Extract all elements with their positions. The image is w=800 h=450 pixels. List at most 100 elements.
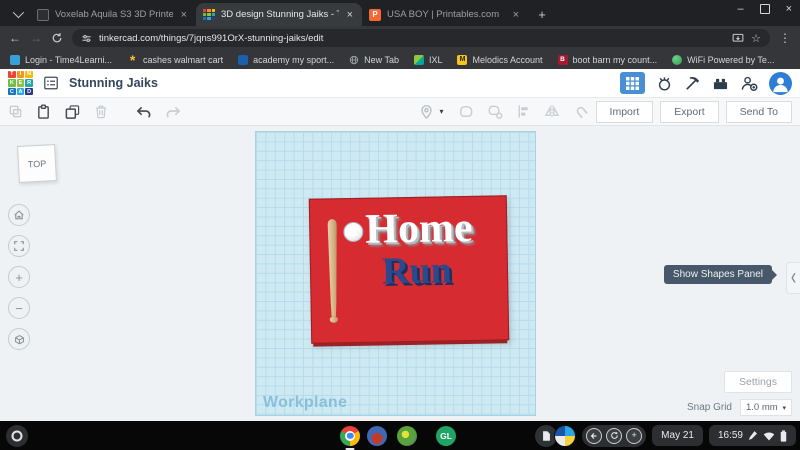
bookmark-academy[interactable]: academy my sport...	[238, 55, 334, 65]
globe-icon	[349, 55, 359, 65]
tab-title: Voxelab Aquila S3 3D Printer ...	[55, 9, 173, 20]
bookmark-time4learning[interactable]: Login - Time4Learni...	[10, 55, 112, 65]
shelf-status-area: + May 21 16:59	[535, 421, 796, 450]
bookmark-new-tab[interactable]: New Tab	[349, 55, 399, 65]
bookmark-wifi[interactable]: WiFi Powered by Te...	[672, 55, 774, 65]
url-text[interactable]: tinkercad.com/things/7jqns991OrX-stunnin…	[99, 33, 725, 44]
new-tab-button[interactable]: +	[532, 4, 552, 24]
shelf-back-button[interactable]	[586, 428, 602, 444]
chevron-left-icon: ‹	[791, 266, 796, 290]
install-app-icon[interactable]	[732, 33, 744, 44]
stylus-icon	[748, 430, 758, 441]
snap-grid-label: Snap Grid	[687, 402, 732, 413]
academy-icon	[238, 55, 248, 65]
bookmark-star-icon[interactable]: ☆	[751, 32, 761, 45]
bootbarn-icon: B	[558, 55, 568, 65]
minecraft-pickaxe-icon[interactable]	[684, 75, 701, 92]
workplane-pin-icon[interactable]	[419, 104, 434, 120]
settings-button[interactable]: Settings	[724, 371, 792, 393]
redo-icon	[165, 105, 182, 119]
tab-close-icon[interactable]: ×	[179, 9, 189, 21]
collaborate-person-add-icon[interactable]	[740, 75, 758, 92]
bookmark-ixl[interactable]: IXL	[414, 55, 443, 65]
paste-icon[interactable]	[36, 104, 51, 120]
paint-app-icon[interactable]	[554, 425, 576, 447]
browser-tab-voxelab[interactable]: Voxelab Aquila S3 3D Printer ... ×	[30, 3, 196, 26]
snap-grid-select[interactable]: 1.0 mm ▾	[740, 399, 792, 416]
export-button[interactable]: Export	[660, 101, 718, 123]
chevron-down-icon	[13, 7, 24, 18]
browser-tab-printables[interactable]: P USA BOY | Printables.com ×	[362, 3, 528, 26]
game-app-icon-2[interactable]	[397, 426, 417, 446]
view-cube[interactable]: TOP	[17, 144, 57, 183]
group-icon	[458, 104, 474, 119]
design-title[interactable]: Stunning Jaiks	[69, 76, 158, 90]
quick-actions-pill: +	[582, 425, 646, 447]
ungroup-icon	[487, 104, 503, 119]
home-view-button[interactable]	[8, 204, 30, 226]
zoom-in-button[interactable]: +	[8, 266, 30, 288]
undo-icon[interactable]	[135, 105, 152, 119]
duplicate-icon[interactable]	[64, 104, 81, 120]
tab-title: USA BOY | Printables.com	[387, 9, 505, 20]
reload-button[interactable]	[51, 32, 63, 44]
ixl-icon	[414, 55, 424, 65]
workplane-dropdown-caret[interactable]: ▾	[440, 107, 444, 116]
snap-grid-value: 1.0 mm	[746, 402, 778, 413]
forward-button: →	[30, 32, 42, 44]
browser-menu-icon[interactable]: ⋮	[779, 31, 791, 45]
browser-tab-tinkercad-active[interactable]: 3D design Stunning Jaiks - Tin... ×	[196, 3, 362, 26]
workplane-label: Workplane	[263, 394, 347, 412]
design-home-run-sign[interactable]: Home Run	[309, 195, 510, 343]
editor-toolbar: ▾	[0, 98, 800, 126]
status-tray[interactable]: 16:59	[709, 425, 796, 446]
address-bar[interactable]: tinkercad.com/things/7jqns991OrX-stunnin…	[72, 29, 770, 47]
design-properties-button[interactable]	[43, 75, 59, 91]
melodics-icon: M	[457, 55, 467, 65]
blocks-view-button[interactable]	[620, 72, 645, 94]
design-text-run[interactable]: Run	[382, 251, 452, 290]
shapes-panel-expand-button[interactable]: ‹	[786, 262, 800, 294]
tinkercad-header: TIN KER CAD Stunning Jaiks	[0, 69, 800, 98]
date-pill[interactable]: May 21	[652, 425, 703, 446]
back-button[interactable]: ←	[9, 32, 21, 44]
lego-brick-icon[interactable]	[712, 76, 729, 91]
screen: Voxelab Aquila S3 3D Printer ... × 3D de…	[0, 0, 800, 450]
user-avatar[interactable]	[769, 72, 792, 95]
date-label: May 21	[661, 430, 694, 441]
site-settings-icon[interactable]	[81, 33, 92, 44]
import-button[interactable]: Import	[596, 101, 654, 123]
maximize-button[interactable]	[760, 4, 770, 14]
bookmark-melodics[interactable]: M Melodics Account	[457, 55, 542, 65]
gl-app-icon[interactable]: GL	[436, 426, 456, 446]
bookmark-label: boot barn my count...	[573, 55, 658, 65]
shelf-rotate-button[interactable]	[606, 428, 622, 444]
fit-view-button[interactable]	[8, 235, 30, 257]
zoom-out-button[interactable]: −	[8, 297, 30, 319]
send-to-button[interactable]: Send To	[726, 101, 792, 123]
design-text-home[interactable]: Home	[365, 207, 473, 251]
tab-search-button[interactable]	[6, 4, 28, 24]
bookmark-label: IXL	[429, 55, 443, 65]
game-app-icon-1[interactable]	[367, 426, 387, 446]
tab-close-icon[interactable]: ×	[345, 9, 355, 21]
editor-canvas[interactable]: Workplane Home Run TOP	[0, 126, 800, 421]
sim-lab-icon[interactable]	[656, 75, 673, 92]
baseball-bat-shape[interactable]	[323, 211, 343, 333]
perspective-toggle-button[interactable]	[8, 328, 30, 350]
launcher-button[interactable]	[6, 425, 28, 447]
bookmark-walmart[interactable]: * cashes walmart cart	[127, 55, 223, 65]
baseball-shape[interactable]	[343, 222, 363, 242]
chromeos-shelf: GL +	[0, 421, 800, 450]
tab-close-icon[interactable]: ×	[511, 9, 521, 21]
shelf-plus-button[interactable]: +	[626, 428, 642, 444]
show-shapes-panel-tooltip: Show Shapes Panel	[664, 265, 772, 284]
window-controls: – ×	[737, 3, 792, 15]
bookmark-bootbarn[interactable]: B boot barn my count...	[558, 55, 658, 65]
chrome-app-icon[interactable]	[340, 426, 360, 446]
minimize-button[interactable]: –	[737, 3, 743, 15]
magnet-icon	[573, 104, 589, 120]
tinkercad-logo[interactable]: TIN KER CAD	[8, 71, 33, 96]
tab-title: 3D design Stunning Jaiks - Tin...	[221, 9, 339, 20]
window-close-button[interactable]: ×	[786, 3, 792, 15]
